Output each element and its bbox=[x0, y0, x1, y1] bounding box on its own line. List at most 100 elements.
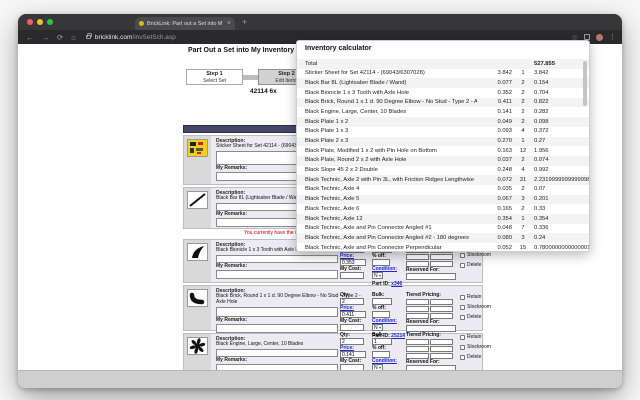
remarks-input[interactable] bbox=[216, 269, 338, 279]
bulk-input-elbow[interactable] bbox=[372, 298, 392, 305]
part-image-cell bbox=[184, 240, 211, 282]
tiered-price-input[interactable] bbox=[430, 346, 453, 352]
calc-item-total: 0.336 bbox=[534, 225, 549, 232]
tiered-price-input[interactable] bbox=[406, 306, 429, 312]
reserved-for-input-elbow[interactable] bbox=[406, 325, 456, 332]
calc-item-qty: 3 bbox=[521, 234, 525, 241]
price-link[interactable]: Price: bbox=[340, 305, 354, 311]
tiered-price-input[interactable] bbox=[406, 339, 429, 345]
retain-label: Retain bbox=[467, 334, 482, 340]
reload-icon[interactable]: ⟳ bbox=[57, 33, 63, 42]
description-input[interactable] bbox=[216, 348, 338, 357]
calc-item-price: 0.141 bbox=[497, 108, 512, 115]
remarks-input[interactable] bbox=[216, 323, 338, 333]
calc-row: Black Technic, Axle and Pin Connector Pe… bbox=[297, 243, 589, 251]
chevron-down-icon: ▾ bbox=[378, 273, 381, 278]
calc-item-price: 0.067 bbox=[497, 196, 512, 203]
delete-checkbox[interactable] bbox=[460, 354, 465, 360]
price-input-engine[interactable] bbox=[340, 351, 366, 358]
maximize-window-button[interactable] bbox=[47, 19, 53, 25]
condition-link[interactable]: Condition: bbox=[372, 266, 397, 272]
delete-label: Delete bbox=[467, 314, 482, 320]
step-1-tab[interactable]: Step 1 Select Set bbox=[186, 69, 243, 85]
tiered-price-input[interactable] bbox=[430, 299, 453, 305]
delete-checkbox[interactable] bbox=[460, 314, 465, 320]
qty-input-engine[interactable] bbox=[340, 338, 364, 345]
retain-label: Retain bbox=[467, 294, 482, 300]
stockroom-label: Stockroom bbox=[467, 252, 491, 258]
tiered-pricing-label: Tiered Pricing: bbox=[406, 332, 441, 338]
calculator-rows: Total 527.855 Sticker Sheet for Set 42114 … bbox=[297, 59, 590, 251]
https-lock-icon bbox=[85, 33, 92, 39]
stockroom-checkbox[interactable] bbox=[460, 252, 465, 258]
condition-select-tooth[interactable]: N ▾ bbox=[372, 272, 383, 279]
calc-item-name: Black Technic, Axle 12 bbox=[305, 215, 363, 222]
condition-link[interactable]: Condition: bbox=[372, 318, 397, 324]
calc-item-name: Black Technic, Axle and Pin Connector An… bbox=[305, 234, 469, 241]
calc-item-name: Black Plate, Modified 1 x 2 with Pin Hol… bbox=[305, 147, 437, 154]
calculator-scrollbar[interactable] bbox=[583, 61, 587, 106]
part-id-link-tooth[interactable]: x346 bbox=[391, 281, 402, 287]
profile-avatar[interactable] bbox=[596, 33, 603, 41]
tiered-price-input[interactable] bbox=[430, 254, 453, 260]
back-icon[interactable]: ← bbox=[26, 33, 34, 42]
tiered-price-input[interactable] bbox=[406, 254, 429, 260]
tiered-price-input[interactable] bbox=[406, 346, 429, 352]
tab-close-icon[interactable]: × bbox=[227, 20, 231, 27]
part-image-bar bbox=[187, 191, 208, 209]
part-id-label: Part ID: bbox=[372, 281, 392, 287]
browser-tab[interactable]: BrickLink: Part out a Set into M × bbox=[135, 17, 235, 30]
bricklink-favicon-icon bbox=[139, 21, 144, 26]
tiered-price-input[interactable] bbox=[430, 306, 453, 312]
tiered-price-input[interactable] bbox=[406, 299, 429, 305]
page-bottom-band bbox=[18, 370, 622, 388]
retain-checkbox[interactable] bbox=[460, 294, 465, 300]
condition-select-elbow[interactable]: N ▾ bbox=[372, 324, 383, 331]
browser-titlebar: BrickLink: Part out a Set into M × + bbox=[18, 14, 622, 30]
retain-checkbox[interactable] bbox=[460, 334, 465, 340]
calc-item-qty: 2 bbox=[521, 79, 525, 86]
price-input-elbow[interactable] bbox=[340, 311, 366, 318]
calc-item-price: 0.354 bbox=[497, 215, 512, 222]
percent-off-input-elbow[interactable] bbox=[372, 311, 390, 318]
calc-item-total: 527.855 bbox=[534, 60, 555, 67]
browser-menu-icon[interactable]: ⋮ bbox=[609, 33, 616, 41]
description-input[interactable] bbox=[216, 254, 338, 263]
calc-item-total: 0.154 bbox=[534, 79, 549, 86]
calc-item-qty: 2 bbox=[521, 108, 525, 115]
calc-item-total: 2.2319999999999998 bbox=[534, 176, 590, 183]
my-cost-input-elbow[interactable] bbox=[340, 324, 364, 331]
price-link[interactable]: Price: bbox=[340, 345, 354, 351]
calc-item-name: Black Technic, Axle 6 bbox=[305, 205, 360, 212]
bulk-input-engine[interactable] bbox=[372, 338, 392, 345]
reserved-for-input-tooth[interactable] bbox=[406, 273, 456, 280]
description-input[interactable] bbox=[216, 306, 338, 317]
calc-row: Black Plate, Modified 1 x 2 with Pin Hol… bbox=[297, 146, 589, 156]
tiered-price-input[interactable] bbox=[430, 339, 453, 345]
calc-item-price: 0.048 bbox=[497, 225, 512, 232]
home-icon[interactable]: ⌂ bbox=[71, 33, 76, 42]
condition-value: N bbox=[374, 272, 378, 279]
close-window-button[interactable] bbox=[27, 19, 33, 25]
calc-item-qty: 4 bbox=[521, 167, 525, 174]
price-input-tooth[interactable] bbox=[340, 259, 366, 266]
stockroom-checkbox[interactable] bbox=[460, 304, 465, 310]
calc-item-qty: 12 bbox=[519, 147, 527, 154]
condition-link[interactable]: Condition: bbox=[372, 358, 397, 364]
minimize-window-button[interactable] bbox=[37, 19, 43, 25]
chevron-down-icon: ▾ bbox=[378, 325, 381, 330]
calc-item-total: 0.33 bbox=[534, 205, 546, 212]
calc-item-total: 0.372 bbox=[534, 128, 549, 135]
calc-row: Black Brick, Round 1 x 1 d. 90 Degree El… bbox=[297, 97, 589, 108]
calc-item-total: 1.956 bbox=[534, 147, 549, 154]
stockroom-checkbox[interactable] bbox=[460, 344, 465, 350]
percent-off-input-engine[interactable] bbox=[372, 351, 390, 358]
my-cost-input-tooth[interactable] bbox=[340, 272, 364, 279]
address-bar[interactable]: bricklink.com/invSetSch.asp bbox=[95, 34, 176, 41]
price-link[interactable]: Price: bbox=[340, 253, 354, 259]
delete-checkbox[interactable] bbox=[460, 262, 465, 268]
qty-input-elbow[interactable] bbox=[340, 298, 364, 305]
percent-off-input-tooth[interactable] bbox=[372, 259, 390, 266]
forward-icon[interactable]: → bbox=[42, 33, 50, 42]
new-tab-button[interactable]: + bbox=[242, 18, 247, 27]
